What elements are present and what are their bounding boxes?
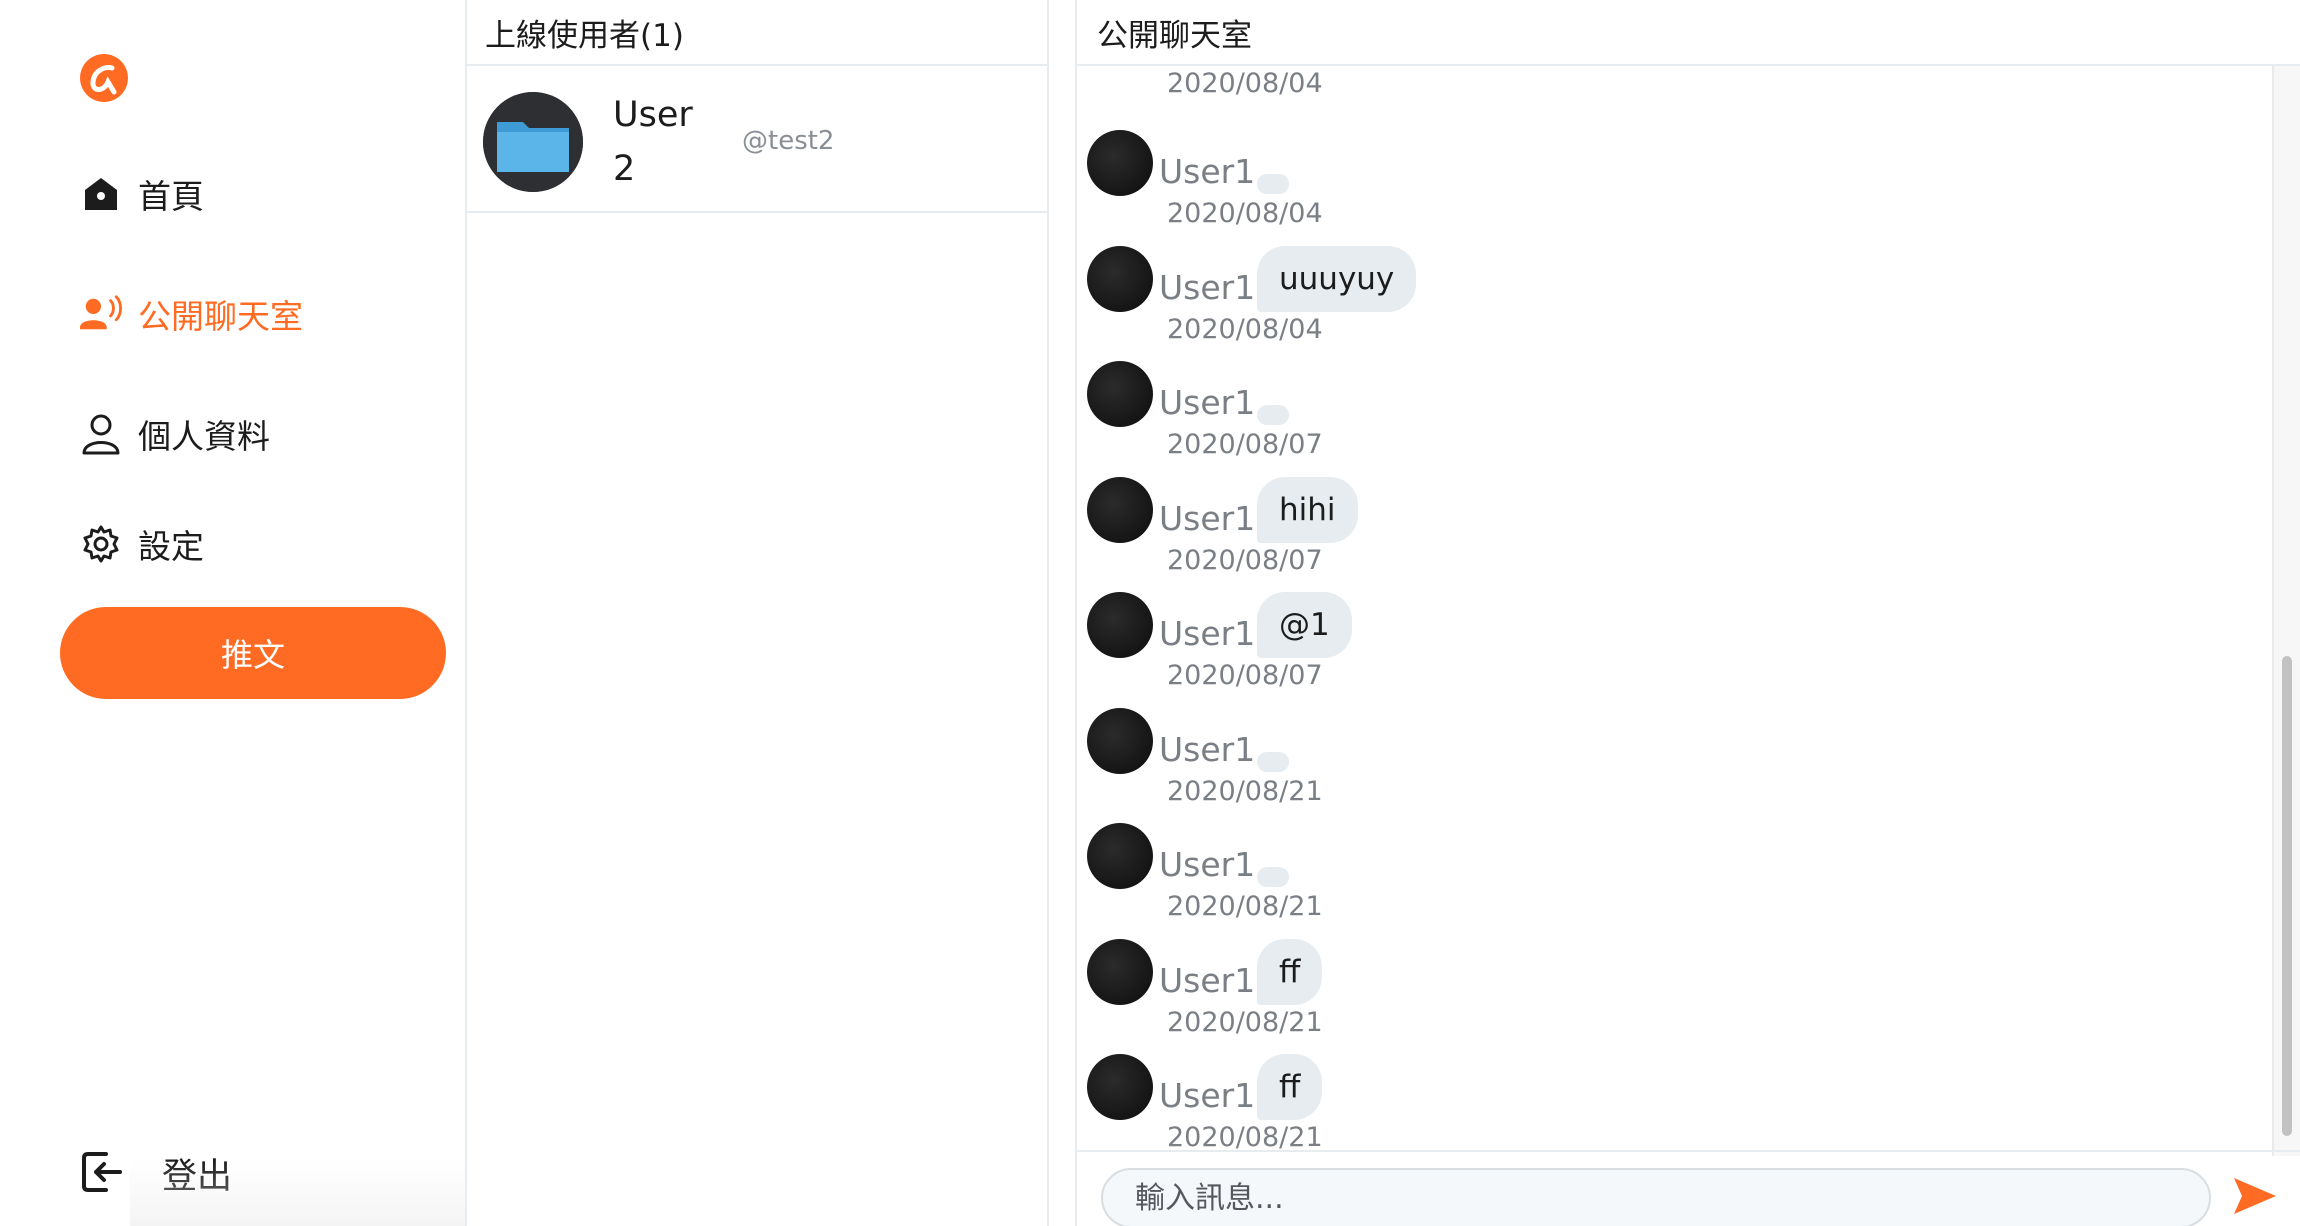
message-bubble: [1257, 174, 1289, 194]
message-author: User1: [1159, 729, 1256, 769]
online-users-panel: 上線使用者(1) User 2 @test2: [467, 0, 1047, 1226]
message-author: User1: [1159, 152, 1256, 191]
nav-item-public-chat[interactable]: 公開聊天室: [80, 290, 303, 338]
online-users-title: 上線使用者(1): [467, 0, 1047, 66]
gear-icon: [80, 523, 122, 565]
logout-button[interactable]: 登出: [80, 1148, 232, 1199]
online-user-handle: @test2: [742, 126, 835, 156]
logout-label: 登出: [162, 1157, 233, 1197]
column-divider: [1047, 0, 1049, 1226]
message-author: User1: [1159, 960, 1256, 1000]
chat-message: User1 2020/08/07: [1087, 321, 1987, 460]
message-bubble: ff: [1257, 1054, 1323, 1120]
nav-item-home[interactable]: 首頁: [80, 170, 204, 218]
chat-message: User1 uuuyuy 2020/08/04: [1087, 206, 1987, 345]
nav-label-public-chat: 公開聊天室: [138, 297, 303, 336]
nav-item-settings[interactable]: 設定: [80, 520, 204, 568]
chat-message: User1 2020/08/04: [1087, 90, 1987, 229]
message-list[interactable]: 2020/08/04 User1 2020/08/04 User1 uuuyuy 202…: [1077, 68, 2267, 1150]
avatar[interactable]: [1087, 823, 1153, 889]
chat-room-icon: [80, 293, 122, 335]
message-input-bar: [1077, 1150, 2300, 1226]
nav-label-settings: 設定: [138, 527, 204, 566]
message-author: User1: [1159, 845, 1256, 884]
chat-message: User1 hihi 2020/08/07: [1087, 437, 1987, 576]
message-bubble: hihi: [1257, 476, 1358, 543]
public-chat-panel: 公開聊天室 2020/08/04 User1 2020/08/04 User1 uuu…: [1077, 0, 2300, 1226]
message-author: User1: [1159, 267, 1256, 307]
message-bubble: [1257, 867, 1289, 887]
message-bubble: [1257, 405, 1289, 425]
chat-message: User1 ff 2020/08/21: [1087, 899, 1987, 1038]
chat-message: User1 2020/08/21: [1087, 783, 1987, 922]
avatar[interactable]: [1087, 1054, 1153, 1120]
tweet-button[interactable]: 推文: [60, 607, 446, 699]
chat-title: 公開聊天室: [1077, 0, 2300, 66]
avatar[interactable]: [1087, 707, 1153, 774]
message-author: User1: [1159, 383, 1256, 422]
avatar[interactable]: [1087, 476, 1153, 543]
alpha-logo-icon[interactable]: [78, 52, 130, 104]
logout-icon: [80, 1150, 124, 1198]
chat-message: User1 @1 2020/08/07: [1087, 552, 1987, 691]
avatar[interactable]: [1087, 245, 1153, 312]
scroll-thumb[interactable]: [2282, 656, 2292, 1136]
chat-message: User1 2020/08/21: [1087, 668, 1987, 807]
avatar[interactable]: [1087, 361, 1153, 427]
send-button[interactable]: [2227, 1172, 2283, 1224]
nav-item-profile[interactable]: 個人資料: [80, 410, 270, 458]
message-input[interactable]: [1101, 1168, 2211, 1226]
message-date: 2020/08/21: [1167, 1122, 1323, 1150]
home-icon: [80, 173, 122, 215]
send-icon: [2232, 1176, 2278, 1220]
user-icon: [80, 413, 122, 455]
message-bubble: uuuyuy: [1257, 245, 1417, 312]
online-user-row[interactable]: User 2 @test2: [467, 70, 1047, 213]
message-author: User1: [1159, 614, 1256, 653]
message-bubble: ff: [1257, 938, 1323, 1005]
nav-label-home: 首頁: [138, 177, 204, 216]
chat-message: User1 ff 2020/08/21: [1087, 1014, 1987, 1150]
online-user-name: User 2: [613, 95, 693, 189]
avatar: [483, 92, 583, 192]
avatar[interactable]: [1087, 130, 1153, 196]
message-author: User1: [1159, 1076, 1256, 1115]
message-author: User1: [1159, 498, 1256, 538]
message-bubble: @1: [1257, 592, 1352, 658]
nav-label-profile: 個人資料: [138, 417, 270, 456]
message-bubble: [1257, 751, 1289, 772]
avatar[interactable]: [1087, 938, 1153, 1005]
chat-scrollbar[interactable]: [2272, 66, 2300, 1156]
side-nav: 首頁 公開聊天室 個人資料 設定 推文 登出: [0, 0, 465, 1226]
avatar[interactable]: [1087, 592, 1153, 658]
